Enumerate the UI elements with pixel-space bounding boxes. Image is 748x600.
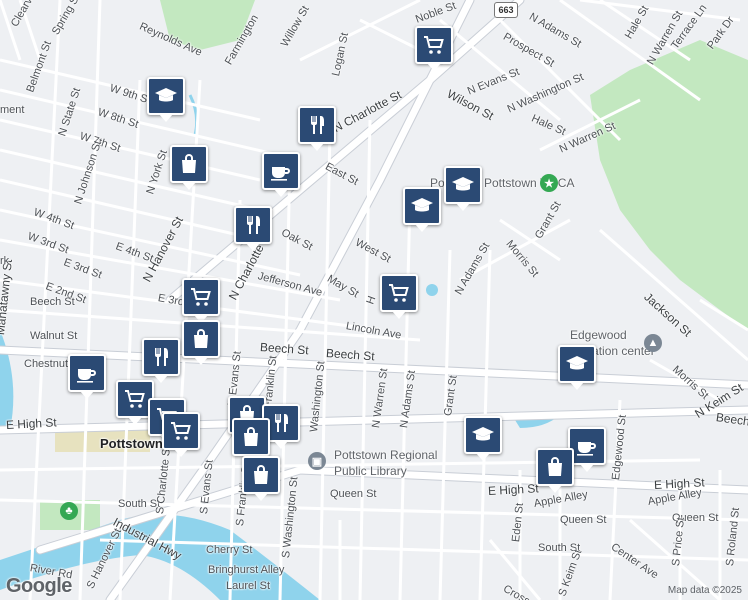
creek bbox=[188, 94, 199, 136]
shopping-cart-marker[interactable] bbox=[182, 278, 220, 323]
ymca-icon[interactable]: ★ bbox=[540, 174, 558, 192]
shopping-bag-marker[interactable] bbox=[536, 448, 574, 493]
poi-label[interactable]: Pottstown YMCA bbox=[484, 176, 574, 190]
shopping-cart-marker[interactable] bbox=[380, 274, 418, 319]
river bbox=[0, 330, 14, 430]
city-label: Pottstown bbox=[100, 436, 163, 451]
shopping-bag-icon bbox=[177, 152, 201, 176]
cafe-icon bbox=[575, 434, 599, 458]
shopping-cart-marker[interactable] bbox=[162, 412, 200, 457]
school-place-icon[interactable]: ▲ bbox=[644, 334, 662, 352]
pond bbox=[426, 284, 438, 296]
shopping-bag-marker[interactable] bbox=[182, 320, 220, 365]
school-icon bbox=[451, 173, 475, 197]
restaurant-marker[interactable] bbox=[142, 338, 180, 383]
shopping-cart-icon bbox=[387, 281, 411, 305]
map-attribution[interactable]: Map data ©2025 bbox=[668, 585, 742, 596]
street-label: Laurel St bbox=[226, 580, 271, 592]
street-label: ment bbox=[0, 104, 25, 116]
street-label: Walnut St bbox=[30, 330, 78, 342]
shopping-bag-marker[interactable] bbox=[242, 456, 280, 501]
restaurant-icon bbox=[241, 213, 265, 237]
shopping-bag-marker[interactable] bbox=[170, 145, 208, 190]
route-shield: 663 bbox=[494, 2, 518, 18]
school-icon bbox=[565, 352, 589, 376]
street-label: Bringhurst Alley bbox=[208, 564, 285, 576]
shopping-bag-icon bbox=[543, 455, 567, 479]
street-label: rk bbox=[0, 255, 10, 267]
cafe-marker[interactable] bbox=[262, 152, 300, 197]
shopping-cart-marker[interactable] bbox=[415, 26, 453, 71]
street-label: Queen St bbox=[560, 514, 607, 526]
street-label: Cherry St bbox=[206, 544, 253, 556]
school-icon bbox=[410, 194, 434, 218]
restaurant-marker[interactable] bbox=[298, 106, 336, 151]
shopping-cart-icon bbox=[123, 387, 147, 411]
google-logo: Google bbox=[6, 575, 72, 597]
restaurant-marker[interactable] bbox=[234, 206, 272, 251]
school-marker[interactable] bbox=[403, 187, 441, 232]
restaurant-icon bbox=[149, 345, 173, 369]
shopping-bag-icon bbox=[249, 463, 273, 487]
street-label: Beech St bbox=[30, 296, 75, 308]
restaurant-icon bbox=[305, 113, 329, 137]
school-marker[interactable] bbox=[444, 166, 482, 211]
cafe-icon bbox=[269, 159, 293, 183]
school-marker[interactable] bbox=[558, 345, 596, 390]
library-place-icon[interactable]: ▣ bbox=[308, 452, 326, 470]
school-icon bbox=[154, 84, 178, 108]
cafe-marker[interactable] bbox=[68, 354, 106, 399]
shopping-bag-icon bbox=[189, 327, 213, 351]
restaurant-icon bbox=[269, 411, 293, 435]
park-place-icon[interactable]: ♣ bbox=[60, 502, 78, 520]
map-canvas[interactable]: 663 Clearview St Spring St Reynolds Ave … bbox=[0, 0, 748, 600]
park-area bbox=[590, 40, 748, 330]
shopping-bag-icon bbox=[239, 425, 263, 449]
school-marker[interactable] bbox=[464, 416, 502, 461]
school-icon bbox=[471, 423, 495, 447]
poi-label[interactable]: Public Library bbox=[334, 464, 407, 478]
street-label: Chestnut bbox=[24, 358, 69, 370]
school-marker[interactable] bbox=[147, 77, 185, 122]
poi-label[interactable]: Edgewood bbox=[570, 328, 627, 342]
street-label: E High St bbox=[5, 415, 57, 432]
poi-label[interactable]: Pottstown Regional bbox=[334, 448, 437, 462]
shopping-cart-icon bbox=[422, 33, 446, 57]
street-label: E High St bbox=[487, 481, 539, 498]
shopping-cart-icon bbox=[189, 285, 213, 309]
cafe-icon bbox=[75, 361, 99, 385]
shopping-cart-icon bbox=[169, 419, 193, 443]
street-label: Queen St bbox=[330, 488, 377, 500]
shopping-bag-marker[interactable] bbox=[232, 418, 270, 463]
